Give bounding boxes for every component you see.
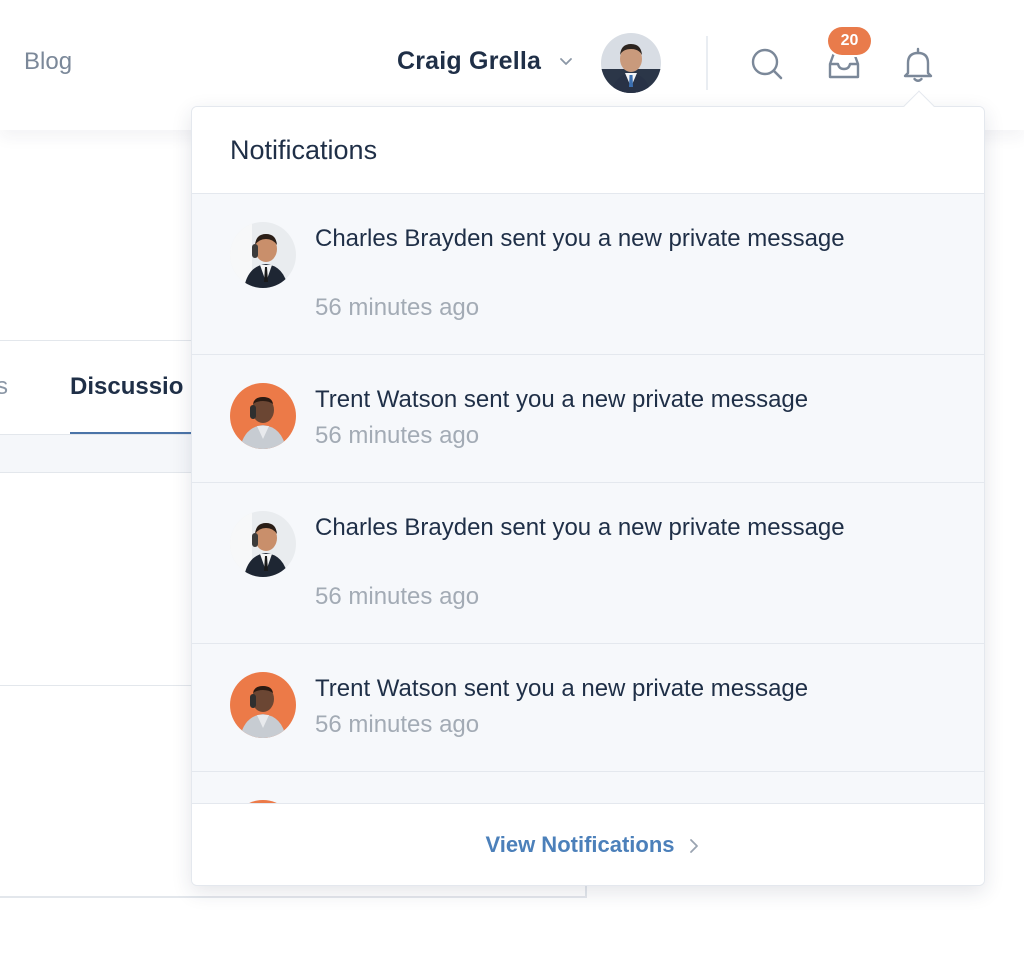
dropdown-footer: View Notifications — [192, 804, 984, 885]
user-avatar[interactable] — [601, 33, 661, 93]
nav-link-blog[interactable]: Blog — [24, 48, 72, 76]
content-divider-bottom — [0, 896, 586, 898]
search-button[interactable] — [747, 44, 787, 84]
chevron-right-icon[interactable] — [687, 838, 701, 854]
chevron-down-icon[interactable] — [558, 56, 574, 68]
notification-item[interactable]: Trent Watson sent you a new private mess… — [192, 355, 984, 483]
dropdown-header: Notifications — [192, 107, 984, 194]
notification-message: Trent Watson sent you a new private mess… — [315, 386, 809, 413]
tab-discussions[interactable]: Discussio — [70, 373, 183, 401]
user-name[interactable]: Craig Grella — [397, 47, 541, 76]
inbox-count-badge: 20 — [828, 27, 871, 55]
content-divider-corner — [585, 886, 587, 898]
notification-time: 56 minutes ago — [315, 711, 480, 738]
view-notifications-link[interactable]: View Notifications — [485, 832, 674, 858]
notification-time: 56 minutes ago — [315, 583, 480, 610]
notifications-button[interactable] — [898, 44, 938, 84]
tab-partial[interactable]: s — [0, 373, 8, 401]
tab-active-underline — [70, 432, 200, 434]
notification-message: Charles Brayden sent you a new private m… — [315, 225, 845, 252]
bell-icon — [903, 47, 933, 82]
notification-item[interactable]: Trent Watson sent you a new private mess… — [192, 644, 984, 772]
content-divider — [0, 685, 200, 686]
notification-message: Charles Brayden sent you a new private m… — [315, 514, 845, 541]
avatar — [230, 222, 296, 288]
notification-message: Trent Watson sent you a new private mess… — [315, 675, 809, 702]
notifications-dropdown: Notifications Charles Brayden sent you a… — [191, 106, 985, 886]
notification-item[interactable]: Charles Brayden sent you a new private m… — [192, 194, 984, 355]
notification-time: 56 minutes ago — [315, 294, 480, 321]
notification-time: 56 minutes ago — [315, 422, 480, 449]
notification-item[interactable]: Charles Brayden sent you a new private m… — [192, 483, 984, 644]
avatar — [230, 383, 296, 449]
content-header-strip — [0, 435, 200, 473]
search-icon — [751, 48, 783, 80]
notification-list[interactable]: Charles Brayden sent you a new private m… — [192, 194, 984, 804]
avatar — [230, 672, 296, 738]
notification-item-partial[interactable] — [192, 772, 984, 803]
avatar — [230, 511, 296, 577]
dropdown-title: Notifications — [230, 135, 378, 165]
header-divider — [706, 36, 708, 90]
